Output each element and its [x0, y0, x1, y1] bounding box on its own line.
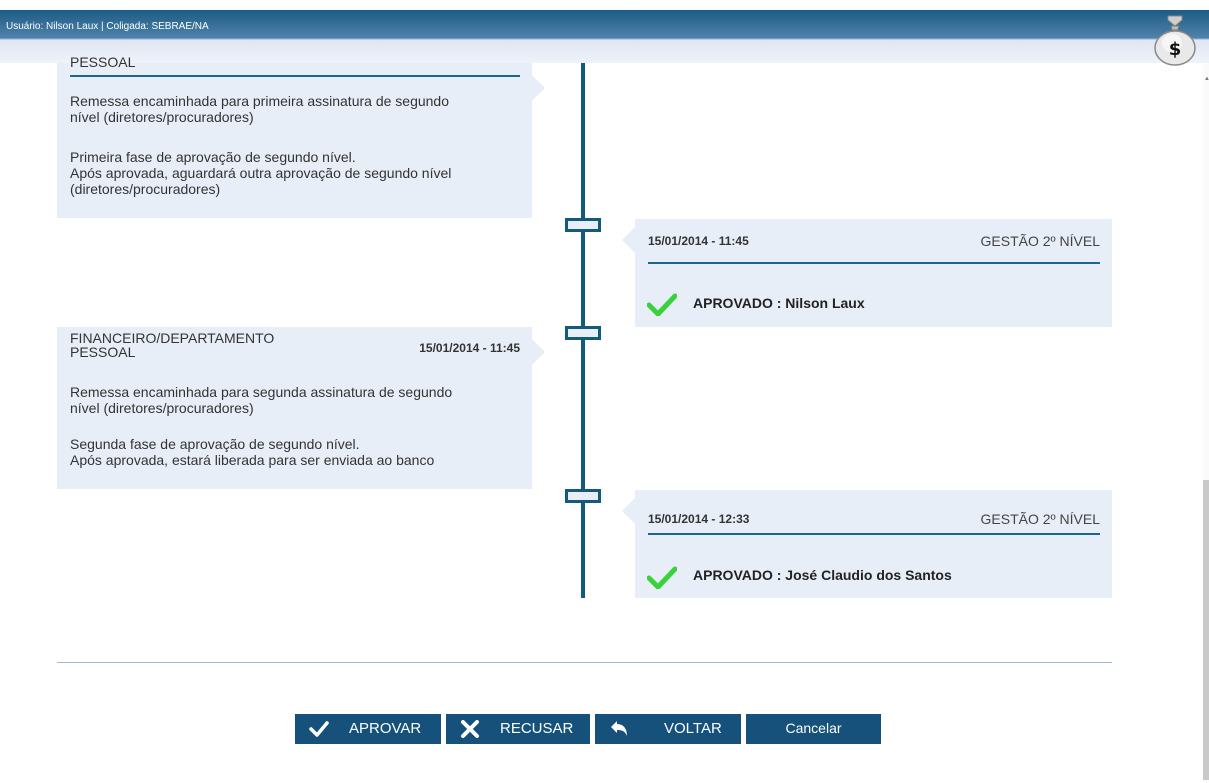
scroll-up-icon[interactable]: ▲	[1204, 76, 1209, 82]
check-icon	[647, 566, 677, 589]
entry-header: 15/01/2014 - 11:45 GESTÃO 2º NÍVEL	[648, 229, 1100, 264]
timeline-entry-left: PESSOAL Remessa encaminhada para primeir…	[57, 55, 545, 218]
entry-date: 15/01/2014 - 11:45	[648, 234, 749, 248]
entry-header: PESSOAL	[70, 54, 520, 77]
cancel-label: Cancelar	[785, 720, 842, 736]
check-icon	[647, 293, 677, 316]
reply-arrow-icon	[611, 721, 627, 736]
divider	[57, 662, 1112, 663]
entry-note: Primeira fase de aprovação de segundo ní…	[70, 149, 452, 197]
entry-level: GESTÃO 2º NÍVEL	[980, 233, 1101, 249]
entry-description: Remessa encaminhada para primeira assina…	[70, 93, 449, 125]
approve-label: APROVAR	[349, 720, 422, 737]
timeline-entry-right: 15/01/2014 - 11:45 GESTÃO 2º NÍVEL APROV…	[622, 219, 1112, 327]
cancel-button[interactable]: Cancelar	[746, 714, 881, 744]
entry-note: Segunda fase de aprovação de segundo nív…	[70, 436, 435, 468]
back-label: VOLTAR	[664, 720, 722, 737]
refuse-button[interactable]: RECUSAR	[446, 714, 590, 744]
approve-button[interactable]: APROVAR	[295, 714, 441, 744]
entry-department: FINANCEIRO/DEPARTAMENTO PESSOAL	[70, 330, 275, 360]
approval-status: APROVADO : José Claudio dos Santos	[693, 567, 952, 583]
scrollbar-thumb[interactable]	[1203, 480, 1209, 780]
refuse-label: RECUSAR	[500, 720, 574, 737]
timeline-node	[565, 218, 601, 232]
entry-header: FINANCEIRO/DEPARTAMENTO PESSOAL 15/01/20…	[70, 329, 520, 363]
entry-description: Remessa encaminhada para segunda assinat…	[70, 384, 453, 416]
back-button[interactable]: VOLTAR	[595, 714, 741, 744]
entry-header: 15/01/2014 - 12:33 GESTÃO 2º NÍVEL	[648, 500, 1100, 535]
user-info: Usuário: Nilson Laux | Coligada: SEBRAE/…	[6, 21, 209, 32]
timeline-entry-left: FINANCEIRO/DEPARTAMENTO PESSOAL 15/01/20…	[57, 327, 545, 489]
approval-status: APROVADO : Nilson Laux	[693, 295, 865, 311]
timeline-node	[565, 326, 601, 340]
entry-date: 15/01/2014 - 12:33	[648, 512, 750, 526]
top-bar: Usuário: Nilson Laux | Coligada: SEBRAE/…	[0, 0, 1209, 66]
timeline-entry-right: 15/01/2014 - 12:33 GESTÃO 2º NÍVEL APROV…	[622, 490, 1112, 598]
svg-text:$: $	[1169, 39, 1182, 60]
close-icon	[461, 720, 479, 738]
money-bag-icon: $	[1152, 10, 1198, 66]
check-icon	[309, 721, 329, 737]
entry-department: PESSOAL	[70, 54, 136, 70]
timeline-node	[565, 489, 601, 503]
entry-date: 15/01/2014 - 11:45	[419, 341, 520, 355]
entry-level: GESTÃO 2º NÍVEL	[980, 511, 1101, 527]
